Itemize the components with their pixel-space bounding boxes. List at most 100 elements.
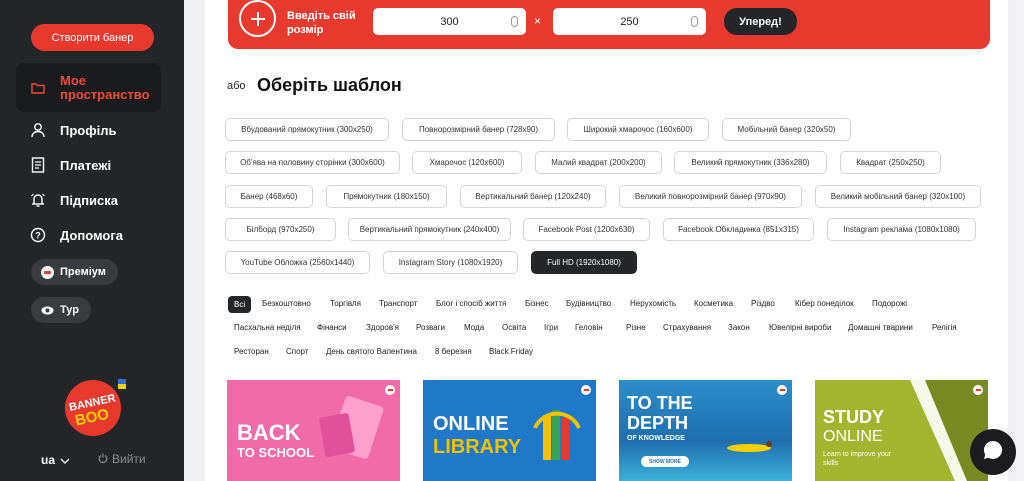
premium-badge-icon: [581, 385, 591, 395]
width-input[interactable]: 300: [373, 8, 526, 35]
category-item[interactable]: Кібер понеділок: [795, 299, 854, 308]
template-size-button[interactable]: Квадрат (250x250): [840, 151, 941, 174]
template-size-button[interactable]: Об'ява на половину сторінки (300x600): [225, 151, 400, 174]
sidebar-item-profile[interactable]: Профіль: [16, 119, 161, 141]
sidebar-item-payments[interactable]: Платежі: [16, 154, 161, 176]
template-card[interactable]: STUDY ONLINE Learn to improve your skill…: [815, 380, 988, 481]
category-item[interactable]: Нерухомість: [630, 299, 676, 308]
logout-button[interactable]: Вийти: [98, 452, 146, 466]
category-item[interactable]: Релігія: [932, 323, 957, 332]
category-item[interactable]: Мода: [464, 323, 484, 332]
alarm-icon: [28, 190, 48, 210]
template-size-button[interactable]: Банер (468x60): [225, 185, 313, 208]
template-size-button[interactable]: Вертикальний прямокутник (240x400): [348, 218, 511, 241]
go-button[interactable]: Уперед!: [724, 8, 797, 35]
category-item[interactable]: Ресторан: [234, 347, 269, 356]
template-size-button[interactable]: Хмарочос (120x600): [412, 151, 522, 174]
category-item[interactable]: 8 березня: [435, 347, 472, 356]
card-title: STUDY: [823, 407, 885, 427]
sidebar-item-label: Мое пространство: [60, 72, 150, 102]
bannerboo-logo[interactable]: BANNER BOO: [63, 378, 126, 436]
template-size-button[interactable]: Великий прямокутник (336x280): [674, 151, 827, 174]
page-scrollbar[interactable]: [1016, 0, 1024, 481]
category-item[interactable]: Торгівля: [330, 299, 361, 308]
sidebar: Створити банер Мое пространство Профіль …: [0, 0, 184, 481]
height-input[interactable]: 250: [553, 8, 706, 35]
language-select[interactable]: ua: [41, 453, 70, 467]
width-value: 300: [440, 15, 459, 28]
category-item[interactable]: Освіта: [502, 323, 526, 332]
custom-size-label: Введіть свій розмір: [287, 10, 356, 36]
template-size-button[interactable]: Instagram Story (1080x1920): [383, 251, 518, 274]
template-size-button[interactable]: Instagram реклама (1080x1080): [827, 218, 976, 241]
premium-button[interactable]: Преміум: [31, 259, 118, 285]
template-size-button[interactable]: Великий повнорозмірний банер (970x90): [619, 185, 802, 208]
category-item[interactable]: Ювелірні вироби: [769, 323, 831, 332]
plus-icon[interactable]: [239, 0, 276, 37]
category-item[interactable]: Фінанси: [317, 323, 347, 332]
category-item[interactable]: Різне: [626, 323, 646, 332]
template-size-button[interactable]: Facebook Обкладинка (851x315): [663, 218, 814, 241]
template-size-button[interactable]: Прямокутник (180x150): [326, 185, 447, 208]
folder-icon: [28, 78, 48, 98]
tour-button[interactable]: Тур: [31, 297, 91, 323]
svg-text:?: ?: [35, 231, 41, 241]
card-caption: OF KNOWLEDGE: [627, 435, 685, 442]
category-item[interactable]: Розваги: [416, 323, 445, 332]
category-item[interactable]: Будівництво: [566, 299, 611, 308]
category-item[interactable]: Косметика: [694, 299, 733, 308]
stepper-icon[interactable]: [511, 16, 518, 27]
template-size-button-selected[interactable]: Full HD (1920x1080): [531, 251, 637, 274]
template-size-button[interactable]: Вбудований прямокутник (300x250): [225, 118, 389, 141]
main-content: Введіть свій розмір 300 × 250 Уперед! аб…: [205, 0, 1008, 481]
category-item[interactable]: Black Friday: [489, 347, 533, 356]
template-card[interactable]: ONLINE LIBRARY: [423, 380, 596, 481]
choose-template-title: Оберіть шаблон: [257, 75, 402, 95]
category-item[interactable]: День святого Валентина: [326, 347, 417, 356]
category-item[interactable]: Ігри: [544, 323, 558, 332]
or-label: або: [227, 80, 246, 92]
category-item[interactable]: Пасхальна неділя: [234, 323, 301, 332]
power-icon: [98, 452, 108, 466]
card-title: BACK: [237, 420, 301, 445]
chat-button[interactable]: [970, 429, 1016, 475]
category-item[interactable]: Безкоштовно: [262, 299, 311, 308]
sidebar-item-subscription[interactable]: Підписка: [16, 189, 161, 211]
card-title: TO THE: [627, 393, 693, 413]
premium-badge-icon: [973, 385, 983, 395]
category-item[interactable]: Бізнес: [525, 299, 549, 308]
category-item[interactable]: Домашні тварини: [848, 323, 913, 332]
template-size-button[interactable]: Мобільний банер (320x50): [722, 118, 851, 141]
sidebar-item-label: Платежі: [60, 157, 112, 173]
category-item[interactable]: Геловін: [575, 323, 603, 332]
create-banner-button[interactable]: Створити банер: [31, 24, 154, 51]
card-title: ONLINE: [433, 413, 509, 435]
category-item[interactable]: Закон: [728, 323, 750, 332]
template-card[interactable]: TO THE DEPTH OF KNOWLEDGE SHOW MORE: [619, 380, 792, 481]
template-size-button[interactable]: Великий мобільний банер (320x100): [815, 185, 981, 208]
stepper-icon[interactable]: [691, 16, 698, 27]
category-item[interactable]: Подорожі: [872, 299, 907, 308]
sidebar-item-my-space[interactable]: Мое пространство: [16, 63, 161, 112]
template-size-button[interactable]: Малий квадрат (200x200): [535, 151, 662, 174]
sidebar-item-label: Підписка: [60, 192, 119, 208]
template-size-button[interactable]: Facebook Post (1200x630): [523, 218, 650, 241]
category-item[interactable]: Блог і спосіб життя: [436, 299, 506, 308]
template-size-button[interactable]: Широкий хмарочос (160x600): [567, 118, 709, 141]
template-size-button[interactable]: Повнорозмірний банер (728x90): [402, 118, 555, 141]
category-item[interactable]: Спорт: [286, 347, 309, 356]
card-subtitle: LIBRARY: [433, 436, 522, 458]
category-item[interactable]: Транспорт: [379, 299, 417, 308]
chat-bubble-icon: [982, 439, 1004, 466]
category-item[interactable]: Різдво: [751, 299, 775, 308]
sidebar-item-label: Профіль: [60, 122, 117, 138]
template-size-button[interactable]: YouTube Обложка (2560x1440): [225, 251, 370, 274]
template-size-button[interactable]: Вертикальний банер (120x240): [460, 185, 606, 208]
help-icon: ?: [28, 225, 48, 245]
template-size-button[interactable]: Білборд (970x250): [225, 218, 336, 241]
category-item[interactable]: Страхування: [663, 323, 711, 332]
template-card[interactable]: BACK TO SCHOOL: [227, 380, 400, 481]
category-all[interactable]: Всі: [228, 296, 252, 313]
category-item[interactable]: Здоров'я: [366, 323, 399, 332]
sidebar-item-help[interactable]: ? Допомога: [16, 224, 161, 246]
